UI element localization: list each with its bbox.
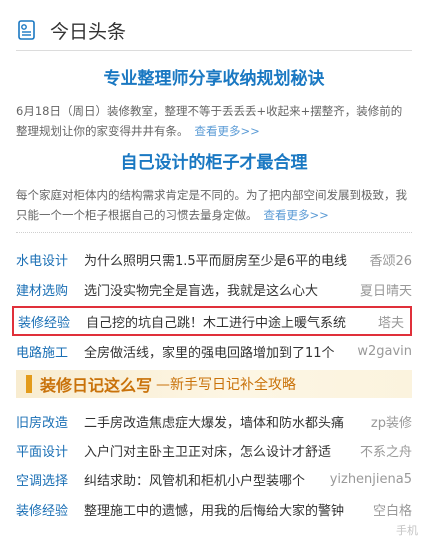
- list-item[interactable]: 旧房改造 二手房改造焦虑症大爆发，墙体和防水都头痛 zp装修: [16, 408, 412, 434]
- banner-title: 装修日记这么写: [40, 376, 153, 395]
- feature-article: 自己设计的柜子才最合理 每个家庭对柜体内的结构需求肯定是不同的。为了把内部空间发…: [16, 148, 412, 225]
- watermark: 手机: [396, 524, 418, 537]
- feature-title[interactable]: 自己设计的柜子才最合理: [16, 148, 412, 173]
- section-header: 今日头条: [16, 10, 412, 51]
- category-link[interactable]: 旧房改造: [16, 412, 84, 431]
- feature-article: 专业整理师分享收纳规划秘诀 6月18日（周日）装修教室，整理不等于丢丢丢+收起来…: [16, 64, 412, 141]
- banner-mark: [26, 375, 32, 393]
- author-name[interactable]: yizhenjiena5: [330, 472, 412, 487]
- news-icon: [18, 20, 35, 40]
- author-name[interactable]: 不系之舟: [360, 441, 412, 460]
- category-link[interactable]: 装修经验: [16, 500, 84, 519]
- category-link[interactable]: 平面设计: [16, 441, 84, 460]
- author-name[interactable]: 香颂26: [369, 250, 412, 269]
- feature-title[interactable]: 专业整理师分享收纳规划秘诀: [16, 64, 412, 89]
- list-item[interactable]: 电路施工 全房做活线，家里的强电回路增加到了11个 w2gavin: [16, 338, 412, 364]
- list-item[interactable]: 建材选购 选门没实物完全是盲选，我就是这么心大 夏日晴天: [16, 276, 412, 302]
- list-item[interactable]: 平面设计 入户门对主卧主卫正对床，怎么设计才舒适 不系之舟: [16, 437, 412, 463]
- promo-banner[interactable]: 装修日记这么写 —新手写日记补全攻略: [16, 370, 412, 398]
- category-link[interactable]: 空调选择: [16, 470, 84, 489]
- article-link[interactable]: 为什么照明只需1.5平而厨房至少是6平的电线: [84, 250, 365, 269]
- article-link[interactable]: 全房做活线，家里的强电回路增加到了11个: [84, 342, 353, 361]
- article-link[interactable]: 整理施工中的遗憾，用我的后悔给大家的警钟: [84, 500, 369, 519]
- author-name[interactable]: w2gavin: [357, 344, 412, 359]
- list-item[interactable]: 水电设计 为什么照明只需1.5平而厨房至少是6平的电线 香颂26: [16, 246, 412, 272]
- list-item-highlighted[interactable]: 装修经验 自己挖的坑自己跳！木工进行中途上暖气系统 塔夫: [12, 306, 412, 336]
- more-link[interactable]: 查看更多>>: [195, 124, 260, 138]
- banner-subtitle: —新手写日记补全攻略: [156, 377, 297, 393]
- article-link[interactable]: 选门没实物完全是盲选，我就是这么心大: [84, 280, 356, 299]
- author-name[interactable]: zp装修: [371, 412, 412, 431]
- category-link[interactable]: 建材选购: [16, 280, 84, 299]
- author-name[interactable]: 塔夫: [378, 312, 404, 331]
- list-item[interactable]: 空调选择 纠结求助：风管机和柜机小户型装哪个 yizhenjiena5: [16, 466, 412, 492]
- divider: [16, 232, 412, 233]
- author-name[interactable]: 夏日晴天: [360, 280, 412, 299]
- category-link[interactable]: 水电设计: [16, 250, 84, 269]
- feature-desc: 每个家庭对柜体内的结构需求肯定是不同的。为了把内部空间发展到极致，我只能一个一个…: [16, 188, 407, 222]
- list-item[interactable]: 装修经验 整理施工中的遗憾，用我的后悔给大家的警钟 空白格: [16, 496, 412, 522]
- article-link[interactable]: 纠结求助：风管机和柜机小户型装哪个: [84, 470, 326, 489]
- more-link[interactable]: 查看更多>>: [264, 208, 329, 222]
- category-link[interactable]: 装修经验: [18, 312, 86, 331]
- feature-desc: 6月18日（周日）装修教室，整理不等于丢丢丢+收起来+摆整齐，装修前的整理规划让…: [16, 104, 403, 138]
- page-title: 今日头条: [50, 20, 127, 43]
- article-link[interactable]: 入户门对主卧主卫正对床，怎么设计才舒适: [84, 441, 356, 460]
- article-link[interactable]: 自己挖的坑自己跳！木工进行中途上暖气系统: [86, 312, 374, 331]
- article-link[interactable]: 二手房改造焦虑症大爆发，墙体和防水都头痛: [84, 412, 367, 431]
- category-link[interactable]: 电路施工: [16, 342, 84, 361]
- author-name[interactable]: 空白格: [373, 500, 412, 519]
